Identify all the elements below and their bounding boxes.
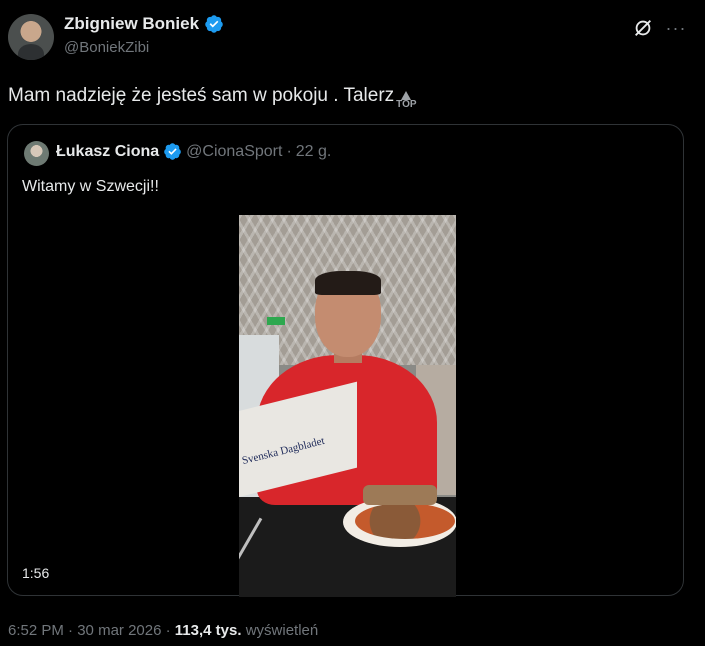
views-count[interactable]: 113,4 tys. [175, 622, 242, 639]
quoted-header: Łukasz Ciona @CionaSport · 22 g. [56, 142, 331, 161]
quoted-author-name[interactable]: Łukasz Ciona [56, 143, 159, 161]
video-frame-exit-sign [267, 317, 285, 325]
verified-badge-icon [205, 15, 223, 33]
author-name-row[interactable]: Zbigniew Boniek [64, 14, 224, 34]
quoted-author-avatar[interactable] [24, 141, 49, 166]
tweet-body: Mam nadzieję że jesteś sam w pokoju . Ta… [8, 85, 395, 106]
quoted-tweet[interactable]: Łukasz Ciona @CionaSport · 22 g. Witamy … [7, 124, 684, 597]
tweet-time[interactable]: 6:52 PM [8, 622, 64, 639]
video-player[interactable]: Svenska Dagbladet [239, 215, 456, 597]
author-handle[interactable]: @BoniekZibi [64, 39, 149, 56]
video-frame-food [355, 503, 455, 539]
author-name[interactable]: Zbigniew Boniek [64, 14, 199, 34]
video-frame-hair [315, 271, 381, 295]
tweet-text: Mam nadzieję że jesteś sam w pokoju . Ta… [8, 85, 417, 110]
video-duration: 1:56 [22, 565, 50, 581]
verified-badge-icon [164, 143, 181, 160]
views-label: wyświetleń [245, 622, 319, 639]
dot-separator: · [286, 142, 292, 160]
quoted-timestamp[interactable]: 22 g. [296, 143, 332, 161]
author-avatar[interactable] [8, 14, 54, 60]
grok-icon[interactable] [632, 17, 654, 39]
tweet-date[interactable]: 30 mar 2026 [77, 622, 161, 639]
top-arrow-icon: TOP [396, 90, 417, 110]
video-frame-bread [363, 485, 437, 505]
dot-separator: · [68, 622, 74, 639]
more-options-icon[interactable]: ··· [664, 17, 688, 39]
dot-separator: · [165, 622, 171, 639]
quoted-author-handle[interactable]: @CionaSport [186, 143, 282, 161]
quoted-text: Witamy w Szwecji!! [22, 178, 159, 195]
top-emoji-label: TOP [396, 98, 417, 110]
tweet-footer: 6:52 PM · 30 mar 2026 · 113,4 tys. wyświ… [8, 622, 318, 639]
